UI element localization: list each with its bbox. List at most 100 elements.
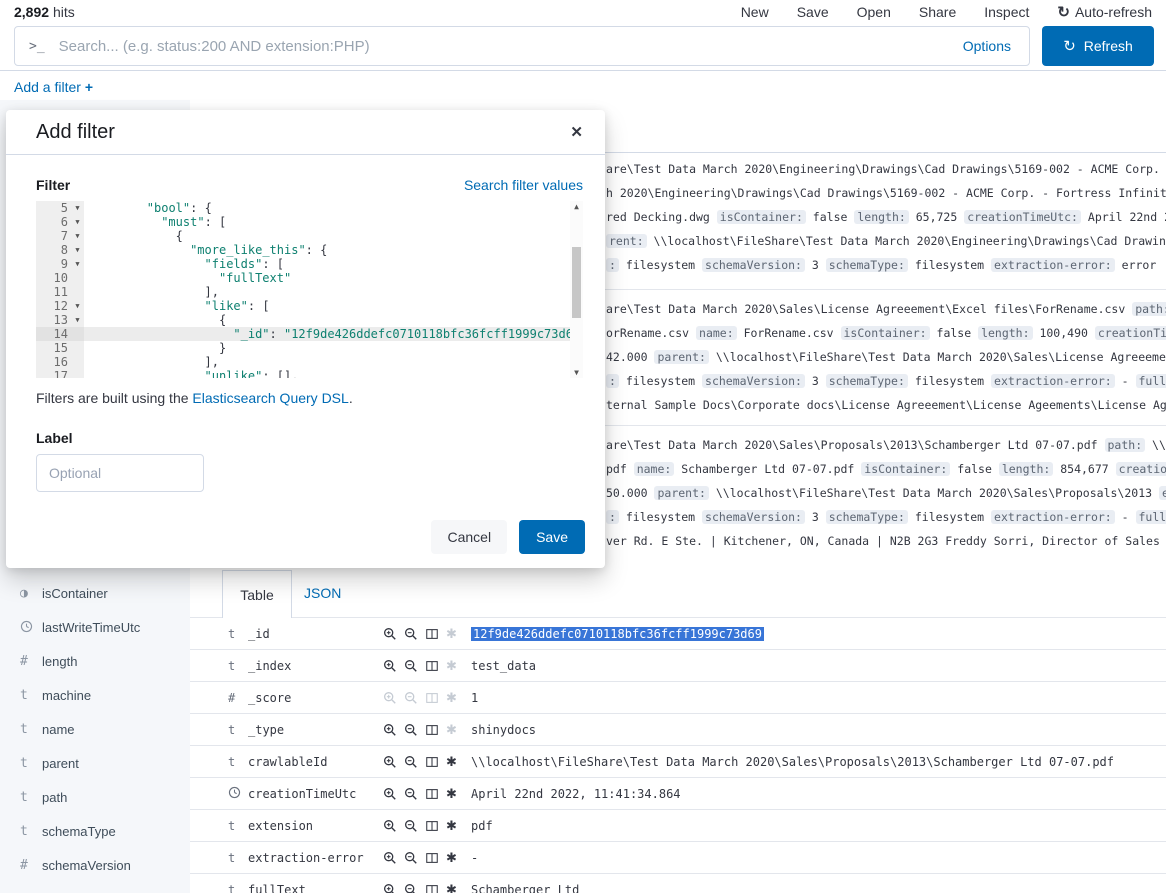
filter-for-value-icon[interactable] [383, 819, 397, 833]
code-line-14[interactable]: 14 "_id": "12f9de426ddefc0710118bfc36fcf… [36, 327, 583, 341]
filter-for-value-icon[interactable] [383, 851, 397, 865]
document-text-line: : filesystem schemaVersion: 3 schemaType… [606, 505, 1166, 529]
code-line-8[interactable]: 8▼ "more_like_this": { [36, 243, 583, 257]
detail-field-value: test_data [471, 659, 536, 673]
refresh-button[interactable]: ↻Refresh [1042, 26, 1154, 66]
field-badge: isContainer: [717, 210, 806, 224]
modal-footer: Cancel Save [431, 520, 585, 554]
code-line-12[interactable]: 12▼ "like": [ [36, 299, 583, 313]
save-button[interactable]: Save [519, 520, 585, 554]
filter-for-value-icon[interactable] [383, 659, 397, 673]
document-row-3[interactable]: are\Test Data March 2020\Sales\Proposals… [606, 433, 1166, 553]
query-dsl-editor[interactable]: 5▼ "bool": {6▼ "must": [7▼ {8▼ "more_lik… [36, 201, 583, 378]
document-text-line: h 2020\Engineering\Drawings\Cad Drawings… [606, 181, 1166, 205]
scroll-up-icon[interactable]: ▲ [570, 202, 583, 211]
filter-label-input[interactable] [36, 454, 204, 492]
sidebar-field-isContainer[interactable]: ◑isContainer [0, 576, 190, 610]
code-line-16[interactable]: 16 ], [36, 355, 583, 369]
filter-out-value-icon[interactable] [404, 787, 418, 801]
sidebar-field-machine[interactable]: tmachine [0, 678, 190, 712]
fold-arrow-icon[interactable]: ▼ [71, 243, 84, 257]
toggle-column-icon[interactable] [425, 851, 439, 865]
nav-inspect[interactable]: Inspect [984, 4, 1029, 20]
filter-out-value-icon[interactable] [404, 819, 418, 833]
search-input[interactable] [57, 37, 963, 56]
toggle-column-icon[interactable] [425, 883, 439, 893]
document-text-line: are\Test Data March 2020\Sales\License A… [606, 297, 1166, 321]
elasticsearch-dsl-link[interactable]: Elasticsearch Query DSL [192, 390, 348, 406]
nav-save[interactable]: Save [797, 4, 829, 20]
fold-arrow-icon[interactable]: ▼ [71, 201, 84, 215]
code-line-15[interactable]: 15 } [36, 341, 583, 355]
filter-out-value-icon[interactable] [404, 883, 418, 893]
sidebar-field-schemaType[interactable]: tschemaType [0, 814, 190, 848]
filter-for-field-present-icon[interactable]: ✱ [446, 851, 457, 864]
sidebar-field-lastWriteTimeUtc[interactable]: lastWriteTimeUtc [0, 610, 190, 644]
filter-row: Filter Search filter values [36, 177, 583, 193]
document-row-1[interactable]: are\Test Data March 2020\Engineering\Dra… [606, 157, 1166, 277]
field-badge: length: [854, 210, 908, 224]
code-line-6[interactable]: 6▼ "must": [ [36, 215, 583, 229]
filter-for-field-present-icon[interactable]: ✱ [446, 755, 457, 768]
filter-out-value-icon[interactable] [404, 627, 418, 641]
fold-arrow-icon[interactable]: ▼ [71, 229, 84, 243]
search-filter-values-link[interactable]: Search filter values [464, 177, 583, 193]
fold-arrow-icon[interactable]: ▼ [71, 299, 84, 313]
clock-type-icon [20, 620, 42, 635]
scrollbar-thumb[interactable] [572, 247, 581, 318]
field-badge: length: [978, 326, 1032, 340]
editor-scrollbar[interactable]: ▲ ▼ [570, 201, 583, 378]
code-line-10[interactable]: 10 "fullText" [36, 271, 583, 285]
filter-out-value-icon[interactable] [404, 755, 418, 769]
sidebar-field-schemaVersion[interactable]: #schemaVersion [0, 848, 190, 882]
document-row-2[interactable]: are\Test Data March 2020\Sales\License A… [606, 297, 1166, 417]
auto-refresh-button[interactable]: ↻Auto-refresh [1057, 3, 1152, 21]
filter-out-value-icon[interactable] [404, 851, 418, 865]
cancel-button[interactable]: Cancel [431, 520, 507, 554]
code-token: : [270, 327, 284, 341]
code-text: } [84, 341, 583, 355]
code-line-13[interactable]: 13▼ { [36, 313, 583, 327]
detail-field-name: _id [248, 627, 383, 641]
filter-for-field-present-icon[interactable]: ✱ [446, 819, 457, 832]
options-link[interactable]: Options [963, 38, 1011, 54]
filter-for-value-icon[interactable] [383, 787, 397, 801]
fold-arrow-icon[interactable]: ▼ [71, 257, 84, 271]
sidebar-field-name[interactable]: tname [0, 712, 190, 746]
toggle-column-icon[interactable] [425, 755, 439, 769]
filter-for-value-icon[interactable] [383, 883, 397, 893]
code-line-7[interactable]: 7▼ { [36, 229, 583, 243]
sidebar-field-parent[interactable]: tparent [0, 746, 190, 780]
filter-for-value-icon[interactable] [383, 755, 397, 769]
toggle-column-icon[interactable] [425, 659, 439, 673]
nav-open[interactable]: Open [857, 4, 891, 20]
nav-new[interactable]: New [741, 4, 769, 20]
code-text: ], [84, 285, 583, 299]
sidebar-field-length[interactable]: #length [0, 644, 190, 678]
fold-arrow-icon[interactable]: ▼ [71, 215, 84, 229]
toggle-column-icon[interactable] [425, 787, 439, 801]
fold-arrow-icon[interactable]: ▼ [71, 313, 84, 327]
code-line-17[interactable]: 17 "unlike": [], [36, 369, 583, 378]
add-filter-link[interactable]: Add a filter + [14, 79, 93, 95]
code-line-9[interactable]: 9▼ "fields": [ [36, 257, 583, 271]
filter-out-value-icon[interactable] [404, 659, 418, 673]
filter-out-value-icon[interactable] [404, 723, 418, 737]
toggle-column-icon[interactable] [425, 819, 439, 833]
filter-for-value-icon[interactable] [383, 627, 397, 641]
toggle-column-icon[interactable] [425, 723, 439, 737]
field-badge: isContainer: [841, 326, 930, 340]
sidebar-field-path[interactable]: tpath [0, 780, 190, 814]
filter-for-field-present-icon[interactable]: ✱ [446, 787, 457, 800]
code-line-5[interactable]: 5▼ "bool": { [36, 201, 583, 215]
fold-spacer [71, 285, 84, 299]
close-icon[interactable]: ✕ [570, 123, 583, 141]
tab-json[interactable]: JSON [304, 570, 341, 617]
filter-for-value-icon[interactable] [383, 723, 397, 737]
code-line-11[interactable]: 11 ], [36, 285, 583, 299]
scroll-down-icon[interactable]: ▼ [570, 368, 583, 377]
nav-share[interactable]: Share [919, 4, 956, 20]
filter-for-field-present-icon[interactable]: ✱ [446, 883, 457, 893]
tab-table[interactable]: Table [222, 570, 292, 618]
toggle-column-icon[interactable] [425, 627, 439, 641]
